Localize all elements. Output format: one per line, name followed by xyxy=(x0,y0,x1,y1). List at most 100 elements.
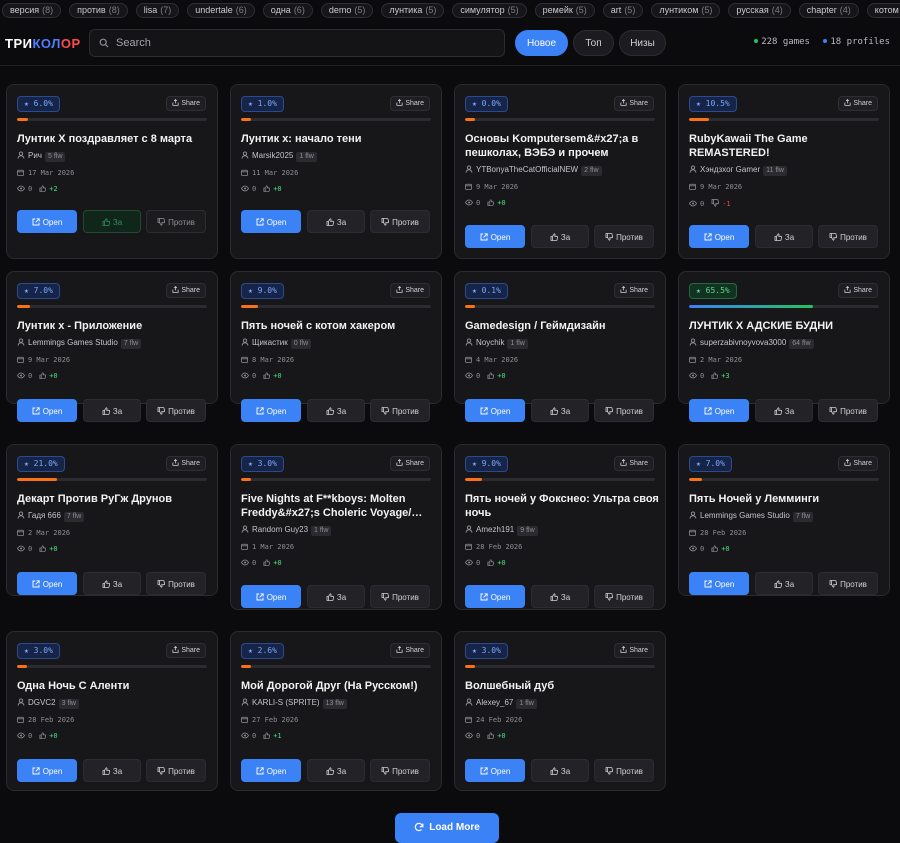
vote-up-button[interactable]: За xyxy=(531,585,589,608)
author[interactable]: DGVC2 3 flw xyxy=(17,698,79,709)
game-title[interactable]: Одна Ночь С Аленти xyxy=(17,679,212,693)
open-button[interactable]: Open xyxy=(465,759,525,782)
tag-chip[interactable]: ремейк (5) xyxy=(534,3,595,18)
tag-chip[interactable]: против (8) xyxy=(69,3,128,18)
game-title[interactable]: Декарт Против РуГж Друнов xyxy=(17,492,212,506)
search-box[interactable] xyxy=(89,29,505,57)
tab-top[interactable]: Топ xyxy=(573,30,614,56)
vote-down-button[interactable]: Против xyxy=(146,210,206,233)
author[interactable]: YTBonyaTheCatOfficialNEW 2 flw xyxy=(465,165,602,176)
vote-up-button[interactable]: За xyxy=(755,572,813,595)
tag-chip[interactable]: art (5) xyxy=(602,3,644,18)
game-title[interactable]: RubyKawaii The Game REMASTERED! xyxy=(689,132,884,160)
game-title[interactable]: Пять Ночей у Лемминги xyxy=(689,492,884,506)
author[interactable]: Гадя 666 7 flw xyxy=(17,511,85,522)
author[interactable]: Щикастик 0 flw xyxy=(241,338,312,349)
author[interactable]: Lemmings Games Studio 7 flw xyxy=(689,511,814,522)
tag-chip[interactable]: версия (8) xyxy=(2,3,62,18)
share-button[interactable]: Share xyxy=(614,96,654,111)
logo[interactable]: ТРИКОЛОР xyxy=(5,36,81,51)
game-title[interactable]: Основы Komputersem&#x27;а в пешколах, ВЭ… xyxy=(465,132,660,160)
vote-up-button[interactable]: За xyxy=(531,759,589,782)
game-title[interactable]: Five Nights at F**kboys: Molten Freddy&#… xyxy=(241,492,436,520)
tag-chip[interactable]: demo (5) xyxy=(320,3,374,18)
open-button[interactable]: Open xyxy=(689,572,749,595)
share-button[interactable]: Share xyxy=(166,456,206,471)
open-button[interactable]: Open xyxy=(689,399,749,422)
share-button[interactable]: Share xyxy=(390,283,430,298)
open-button[interactable]: Open xyxy=(17,759,77,782)
game-title[interactable]: Пять ночей с котом хакером xyxy=(241,319,436,333)
vote-up-button[interactable]: За xyxy=(531,225,589,248)
vote-up-button[interactable]: За xyxy=(307,585,365,608)
tag-chip[interactable]: симулятор (5) xyxy=(452,3,527,18)
vote-down-button[interactable]: Против xyxy=(818,399,878,422)
tag-chip[interactable]: chapter (4) xyxy=(798,3,859,18)
game-title[interactable]: Лунтик x: начало тени xyxy=(241,132,436,146)
share-button[interactable]: Share xyxy=(166,96,206,111)
vote-down-button[interactable]: Против xyxy=(594,759,654,782)
open-button[interactable]: Open xyxy=(241,210,301,233)
author[interactable]: superzabivnoyvova3000 64 flw xyxy=(689,338,814,349)
share-button[interactable]: Share xyxy=(166,643,206,658)
author[interactable]: Noychik 1 flw xyxy=(465,338,528,349)
vote-down-button[interactable]: Против xyxy=(370,210,430,233)
author[interactable]: Alexey_67 1 flw xyxy=(465,698,537,709)
vote-up-button[interactable]: За xyxy=(307,210,365,233)
tag-chip[interactable]: лунтика (5) xyxy=(381,3,445,18)
share-button[interactable]: Share xyxy=(614,283,654,298)
vote-up-button[interactable]: За xyxy=(755,399,813,422)
vote-up-button[interactable]: За xyxy=(531,399,589,422)
vote-down-button[interactable]: Против xyxy=(370,399,430,422)
vote-up-button[interactable]: За xyxy=(83,572,141,595)
author[interactable]: Рич 5 flw xyxy=(17,151,66,162)
tag-chip[interactable]: одна (6) xyxy=(262,3,313,18)
tab-new[interactable]: Новое xyxy=(515,30,568,56)
open-button[interactable]: Open xyxy=(17,572,77,595)
vote-up-button[interactable]: За xyxy=(83,759,141,782)
vote-up-button[interactable]: За xyxy=(755,225,813,248)
author[interactable]: Lemmings Games Studio 7 flw xyxy=(17,338,142,349)
tag-chip[interactable]: лунтиком (5) xyxy=(651,3,721,18)
open-button[interactable]: Open xyxy=(241,759,301,782)
open-button[interactable]: Open xyxy=(17,399,77,422)
vote-down-button[interactable]: Против xyxy=(146,759,206,782)
open-button[interactable]: Open xyxy=(465,225,525,248)
vote-down-button[interactable]: Против xyxy=(370,585,430,608)
load-more-button[interactable]: Load More xyxy=(395,813,499,843)
vote-up-button[interactable]: За xyxy=(307,399,365,422)
share-button[interactable]: Share xyxy=(390,456,430,471)
vote-down-button[interactable]: Против xyxy=(370,759,430,782)
author[interactable]: Marsik2025 1 flw xyxy=(241,151,317,162)
game-title[interactable]: Лунтик x - Приложение xyxy=(17,319,212,333)
share-button[interactable]: Share xyxy=(166,283,206,298)
tab-bottom[interactable]: Низы xyxy=(619,30,666,56)
share-button[interactable]: Share xyxy=(614,643,654,658)
open-button[interactable]: Open xyxy=(241,399,301,422)
author[interactable]: Random Guy23 1 flw xyxy=(241,525,332,536)
vote-down-button[interactable]: Против xyxy=(594,225,654,248)
vote-down-button[interactable]: Против xyxy=(818,572,878,595)
game-title[interactable]: Пять ночей у Фокснео: Ультра своя ночь xyxy=(465,492,660,520)
vote-up-button[interactable]: За xyxy=(307,759,365,782)
share-button[interactable]: Share xyxy=(838,283,878,298)
tag-chip[interactable]: русская (4) xyxy=(728,3,791,18)
game-title[interactable]: ЛУНТИК Х АДСКИЕ БУДНИ xyxy=(689,319,884,333)
author[interactable]: Amezh191 9 flw xyxy=(465,525,538,536)
vote-up-button[interactable]: За xyxy=(83,210,141,233)
share-button[interactable]: Share xyxy=(614,456,654,471)
game-title[interactable]: Волшебный дуб xyxy=(465,679,660,693)
open-button[interactable]: Open xyxy=(465,585,525,608)
tag-chip[interactable]: undertale (6) xyxy=(187,3,255,18)
author[interactable]: KARLI-S (SPRITE) 13 flw xyxy=(241,698,347,709)
open-button[interactable]: Open xyxy=(241,585,301,608)
vote-down-button[interactable]: Против xyxy=(594,585,654,608)
share-button[interactable]: Share xyxy=(390,643,430,658)
share-button[interactable]: Share xyxy=(838,456,878,471)
open-button[interactable]: Open xyxy=(465,399,525,422)
vote-up-button[interactable]: За xyxy=(83,399,141,422)
game-title[interactable]: Gamedesign / Геймдизайн xyxy=(465,319,660,333)
game-title[interactable]: Лунтик X поздравляет с 8 марта xyxy=(17,132,212,146)
vote-down-button[interactable]: Против xyxy=(146,399,206,422)
tag-chip[interactable]: котом(4) xyxy=(866,3,900,18)
